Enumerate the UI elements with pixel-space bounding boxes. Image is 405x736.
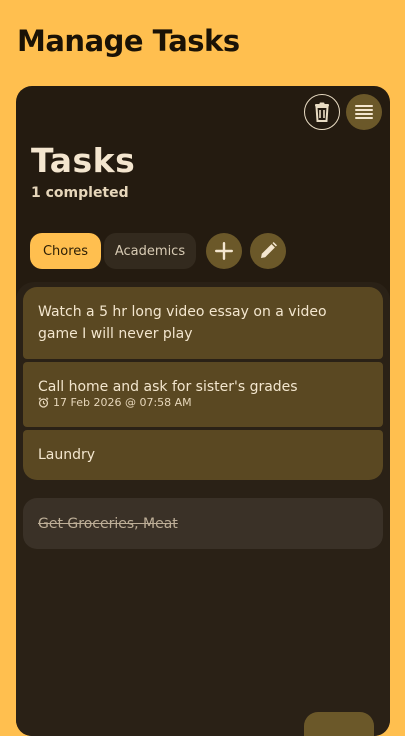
completed-count: 1 completed (31, 185, 129, 201)
tab-academics[interactable]: Academics (104, 233, 196, 269)
task-title: Watch a 5 hr long video essay on a video… (38, 304, 327, 342)
reminder-text: 17 Feb 2026 @ 07:58 AM (53, 396, 192, 409)
menu-button[interactable] (346, 94, 382, 130)
tasks-panel: Tasks 1 completed Chores Academics Watch… (16, 86, 390, 736)
tab-chores[interactable]: Chores (30, 233, 101, 269)
add-task-button[interactable] (206, 233, 242, 269)
edit-button[interactable] (250, 233, 286, 269)
task-item[interactable]: Call home and ask for sister's grades 17… (23, 362, 383, 427)
pencil-icon (261, 242, 277, 258)
completed-task-item[interactable]: Get Groceries, Meat (23, 498, 383, 549)
task-title: Laundry (38, 447, 96, 463)
delete-button[interactable] (304, 94, 340, 130)
alarm-icon (38, 397, 49, 408)
page-title: Manage Tasks (17, 24, 240, 58)
task-title: Call home and ask for sister's grades (38, 379, 298, 395)
task-item[interactable]: Laundry (23, 430, 383, 480)
tasks-title: Tasks (31, 141, 136, 180)
menu-icon (355, 105, 373, 119)
trash-icon (315, 102, 329, 122)
plus-icon (215, 242, 233, 260)
task-title: Get Groceries, Meat (38, 515, 178, 532)
task-item[interactable]: Watch a 5 hr long video essay on a video… (23, 287, 383, 359)
floating-action-button[interactable] (304, 712, 374, 736)
